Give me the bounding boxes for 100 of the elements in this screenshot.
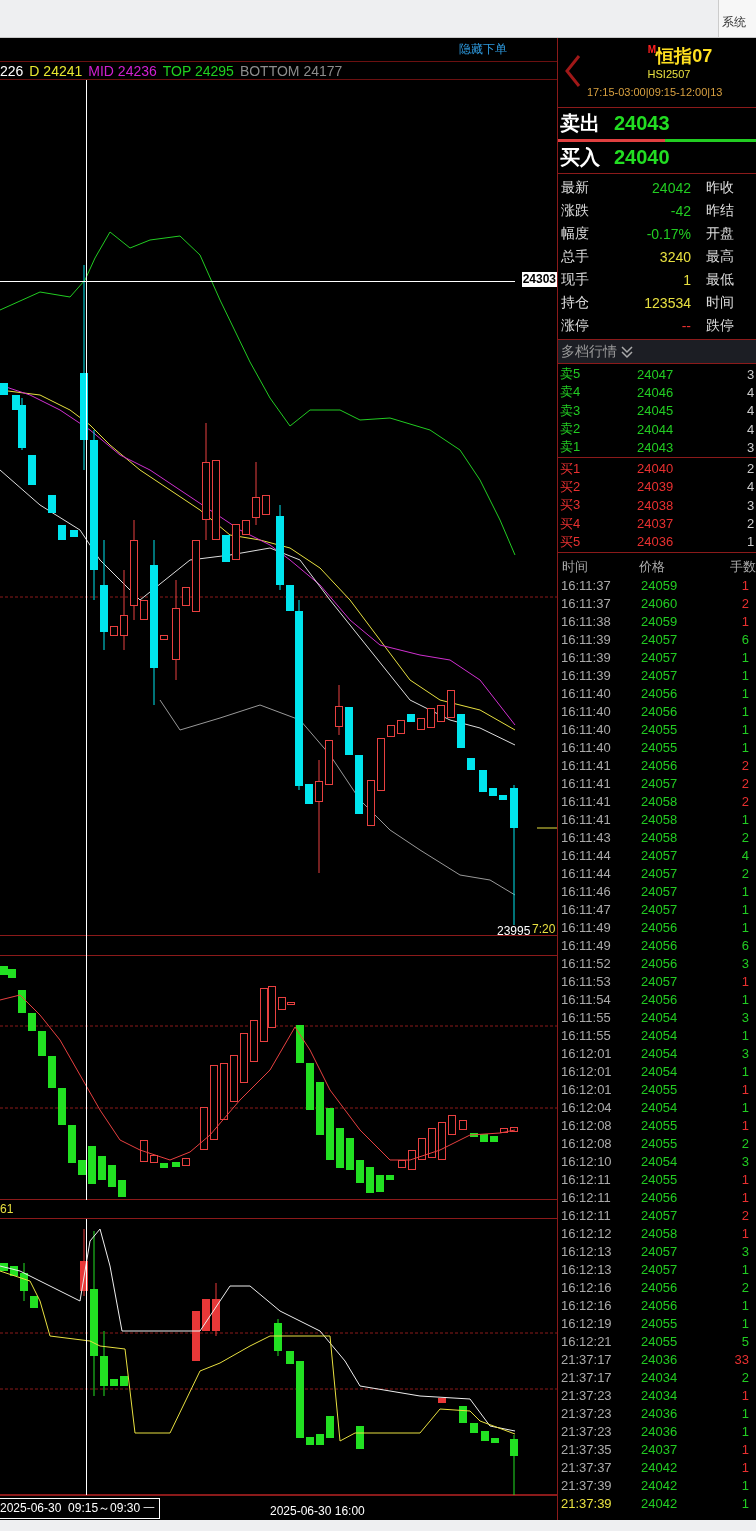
stat-label: 时间 [706, 293, 734, 312]
tick-volume: 1 [740, 1028, 749, 1044]
tick-price: 24042 [641, 1460, 679, 1476]
histogram-bar [376, 1175, 384, 1192]
candle [499, 795, 507, 800]
depth-level-label: 买4 [560, 514, 582, 533]
tick-volume: 1 [740, 974, 749, 990]
candle [0, 1263, 8, 1271]
depth-price: 24044 [637, 421, 675, 437]
tick-price: 24055 [641, 740, 679, 756]
tick-price: 24058 [641, 812, 679, 828]
tick-price: 24059 [641, 578, 679, 594]
tick-time: 16:12:08 [561, 1118, 613, 1134]
hide-order-link[interactable]: 隐藏下单 [459, 41, 507, 58]
candle [355, 755, 363, 814]
tick-volume: 1 [740, 992, 749, 1008]
histogram-bar [220, 1063, 228, 1120]
stat-label: 涨跌 [561, 201, 590, 220]
candle [326, 1416, 334, 1438]
indicator-value: MID 24236 [88, 62, 157, 79]
tick-price: 24054 [641, 1010, 679, 1026]
tick-time: 21:37:17 [561, 1370, 613, 1386]
tick-price: 24058 [641, 794, 679, 810]
tick-price: 24056 [641, 686, 679, 702]
tick-volume: 1 [740, 902, 749, 918]
tick-time: 16:12:12 [561, 1226, 613, 1242]
candle [447, 690, 455, 718]
candle [407, 714, 415, 722]
tick-price: 24056 [641, 1190, 679, 1206]
candle [120, 1376, 128, 1386]
tick-time: 16:11:40 [561, 704, 612, 720]
tick-price: 24055 [641, 1316, 679, 1332]
tick-price: 24036 [641, 1352, 679, 1368]
histogram-bar [240, 1033, 248, 1083]
histogram-bar [398, 1160, 406, 1168]
candle [30, 1296, 38, 1308]
tick-volume: 2 [740, 758, 749, 774]
indicator-value: TOP 24295 [162, 62, 234, 79]
tick-volume: 1 [740, 1442, 749, 1458]
tick-volume: 1 [740, 1406, 749, 1422]
tick-time: 16:11:39 [561, 668, 612, 684]
histogram-bar [510, 1127, 518, 1132]
tick-time: 16:11:54 [561, 992, 612, 1008]
depth-toggle-bar[interactable]: 多档行情 [558, 340, 756, 364]
depth-level-label: 卖3 [560, 401, 582, 420]
tick-price: 24060 [641, 596, 679, 612]
histogram-bar [306, 1063, 314, 1110]
tick-time: 16:12:08 [561, 1136, 613, 1152]
instrument-code: HSI2507 [647, 68, 691, 80]
tick-time: 16:12:10 [561, 1154, 613, 1170]
tick-price: 24056 [641, 758, 679, 774]
depth-level-label: 买5 [560, 532, 582, 551]
candle [20, 1262, 28, 1302]
candle [202, 1299, 210, 1331]
histogram-bar [438, 1122, 446, 1160]
candle [467, 758, 475, 770]
tick-volume: 1 [740, 1100, 749, 1116]
tick-time: 16:11:55 [561, 1010, 612, 1026]
crosshair-price-label: 24303 [521, 272, 557, 287]
tick-price: 24055 [641, 1082, 679, 1098]
candle [110, 626, 118, 636]
candle [80, 1228, 88, 1297]
tick-time: 16:12:04 [561, 1100, 613, 1116]
tick-volume: 1 [740, 1172, 749, 1188]
histogram-bar [78, 1160, 86, 1175]
tick-price: 24056 [641, 1280, 679, 1296]
instrument-name: 恒指07 [656, 46, 713, 68]
tick-time: 16:11:46 [561, 884, 612, 900]
ask-label: 卖出 [560, 111, 600, 136]
candle [252, 461, 260, 526]
histogram-bar [326, 1108, 334, 1160]
stat-label: 持仓 [561, 293, 590, 312]
depth-volume: 4 [747, 421, 755, 437]
tick-volume: 1 [740, 1262, 749, 1278]
depth-volume: 4 [747, 384, 755, 400]
tick-price: 24057 [641, 884, 679, 900]
candle [481, 1431, 489, 1441]
stat-label: 总手 [561, 247, 590, 266]
tick-time: 16:11:39 [561, 650, 612, 666]
histogram-bar [18, 990, 26, 1013]
tick-time: 16:11:41 [561, 776, 612, 792]
histogram-bar [316, 1082, 324, 1135]
tick-price: 24054 [641, 1064, 679, 1080]
candle [510, 1434, 518, 1496]
tick-price: 24054 [641, 1028, 679, 1044]
tick-time: 16:12:11 [561, 1208, 612, 1224]
candle [377, 738, 385, 791]
candle [192, 540, 200, 612]
histogram-bar [346, 1138, 354, 1170]
histogram-bar [160, 1163, 168, 1168]
candle [457, 714, 465, 748]
stat-label: 涨停 [561, 316, 590, 335]
tick-time: 16:11:52 [561, 956, 612, 972]
histogram-bar [459, 1120, 467, 1130]
candle [491, 1438, 499, 1443]
stat-value: 123534 [643, 294, 691, 311]
tick-time: 21:37:39 [561, 1496, 613, 1512]
stat-label: 昨收 [706, 178, 734, 197]
tick-price: 24056 [641, 920, 679, 936]
tick-price: 24037 [641, 1442, 679, 1458]
